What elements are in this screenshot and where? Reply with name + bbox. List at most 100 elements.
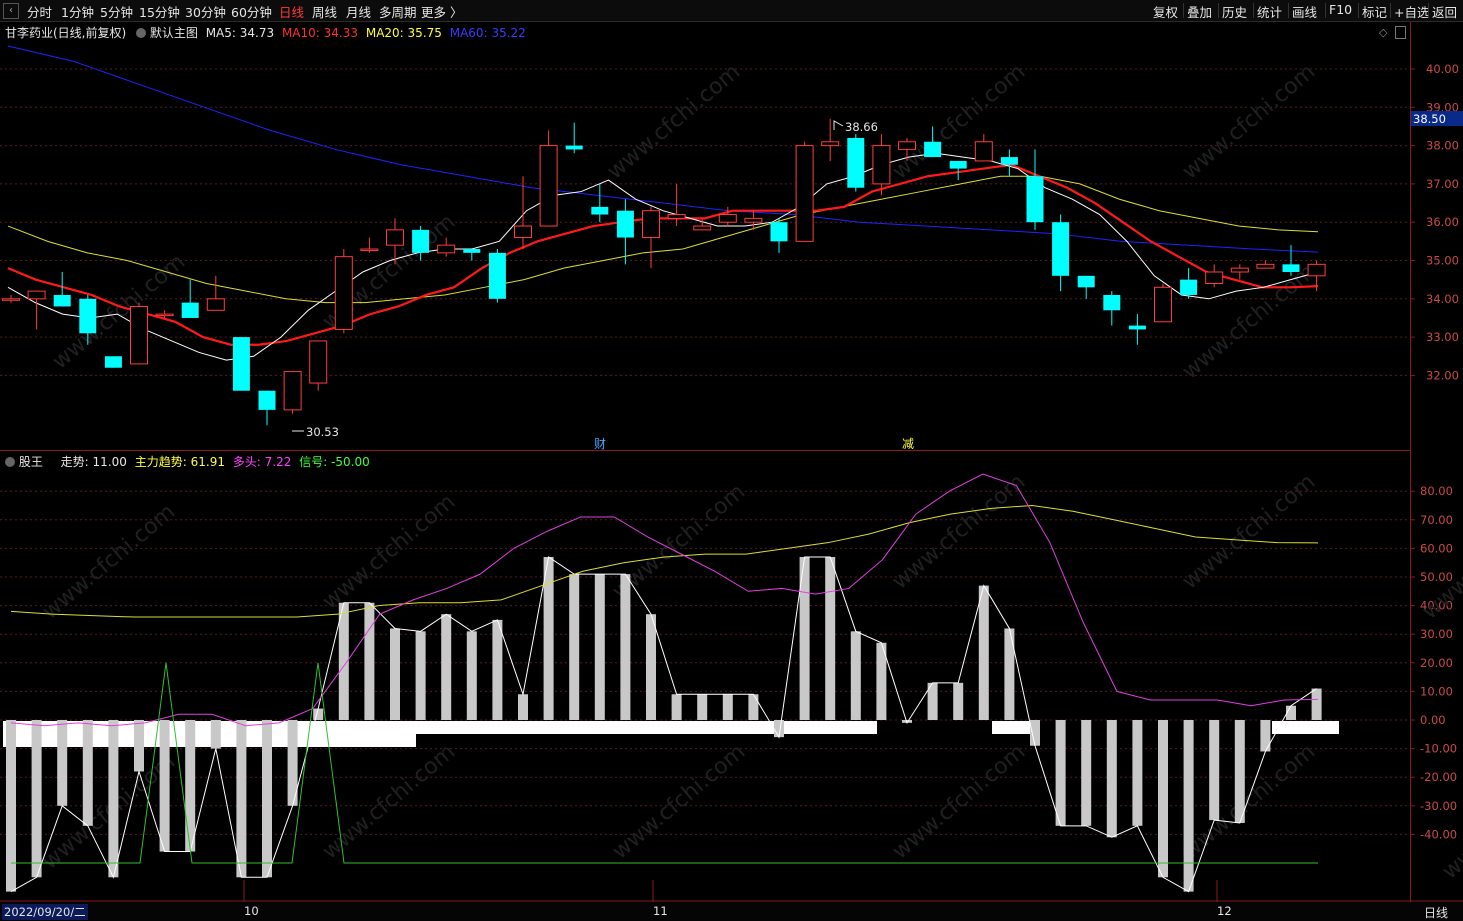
trend-bar: [57, 720, 68, 806]
candle-body-down: [79, 298, 97, 334]
sub-tick-label: 20.00: [1420, 656, 1453, 670]
trend-bar: [262, 720, 272, 878]
indicator-name[interactable]: 股王: [19, 455, 43, 469]
toolbar-button-2[interactable]: 历史: [1222, 2, 1247, 21]
candle-body-up: [744, 217, 763, 223]
candle-body-up: [821, 141, 840, 147]
tab-timeframe-3[interactable]: 15分钟: [139, 2, 180, 21]
tab-timeframe-1[interactable]: 1分钟: [61, 2, 94, 21]
chart-name[interactable]: 默认主图: [150, 26, 198, 40]
candle-body-down: [104, 356, 122, 368]
current-price-label: 38.50: [1413, 112, 1446, 126]
toolbar-button-1[interactable]: 叠加: [1187, 2, 1212, 21]
chart-select-icon[interactable]: [136, 28, 147, 38]
high-price-marker: 38.66: [845, 120, 878, 134]
toolbar-separator: [1325, 3, 1326, 18]
month-label-nov: 11: [653, 904, 668, 918]
trend-bar: [1234, 720, 1245, 823]
sub-tick-label: -30.00: [1420, 799, 1457, 813]
tab-timeframe-10[interactable]: 更多 〉: [421, 2, 462, 21]
candle-body-up: [2, 298, 20, 301]
toolbar-button-7[interactable]: +自选: [1394, 2, 1429, 21]
candle-body-down: [1077, 275, 1095, 288]
toolbar-button-0[interactable]: 复权: [1153, 2, 1178, 21]
candle-body-down: [1128, 325, 1146, 330]
trend-bar: [978, 585, 989, 720]
tab-timeframe-7[interactable]: 周线: [312, 2, 337, 21]
trend-bar: [159, 720, 170, 852]
trend-bar: [1311, 688, 1322, 720]
trend-label: 走势: 11.00: [60, 455, 127, 469]
candle-body-up: [130, 305, 148, 365]
toolbar-button-6[interactable]: 标记: [1362, 2, 1387, 21]
trend-bar: [185, 720, 196, 852]
candle-body-up: [27, 290, 46, 300]
price-tick-label: 37.00: [1426, 177, 1459, 191]
candle-body-up: [795, 145, 814, 242]
candle-body-up: [309, 340, 328, 384]
tab-timeframe-6[interactable]: 日线: [279, 2, 304, 21]
start-date: 2022/09/20/二: [2, 904, 88, 920]
trend-bar: [441, 614, 452, 720]
tab-timeframe-8[interactable]: 月线: [346, 2, 371, 21]
panel-toggle-icon[interactable]: [1395, 26, 1406, 39]
watermark-text: www.cfchi.com: [38, 499, 180, 624]
watermark-text: www.cfchi.com: [1178, 59, 1320, 184]
watermark-text: www.cfchi.com: [48, 249, 190, 374]
tab-timeframe-0[interactable]: 分时: [27, 2, 52, 21]
trend-bar: [1055, 720, 1066, 826]
trend-bar: [825, 556, 836, 720]
ma10-label: MA10: 34.33: [281, 26, 359, 40]
trend-bar: [492, 619, 503, 720]
candle-body-up: [693, 225, 712, 231]
candle-body-down: [1103, 294, 1121, 311]
candle-body-up: [206, 298, 225, 311]
stock-title: 甘李药业(日线,前复权): [5, 26, 127, 40]
ma5-value: 34.73: [239, 26, 275, 40]
trend-bar: [646, 614, 656, 720]
ma20-label: MA20: 35.75: [365, 26, 442, 40]
watermark-text: www.cfchi.com: [1178, 469, 1320, 594]
main-trend-label: 主力趋势: 61.91: [134, 455, 225, 469]
trend-bar: [364, 602, 375, 720]
trend-bar: [82, 720, 93, 826]
ma10-value: 34.33: [323, 26, 359, 40]
toolbar-button-4[interactable]: 画线: [1292, 2, 1317, 21]
candle-body-down: [616, 210, 634, 238]
price-tick-label: 33.00: [1426, 330, 1459, 344]
sub-tick-label: 80.00: [1420, 484, 1453, 498]
ma60-label: MA60: 35.22: [449, 26, 526, 40]
trend-bar: [543, 556, 554, 720]
toolbar-button-5[interactable]: F10: [1329, 2, 1352, 17]
signal-label: 信号: -50.00: [299, 455, 370, 469]
month-label-oct: 10: [244, 904, 259, 918]
candle-body-down: [232, 337, 250, 391]
candle-body-up: [360, 248, 379, 252]
trend-bar: [134, 720, 144, 772]
event-label-finance: 财: [594, 437, 606, 451]
trend-bar: [671, 694, 682, 720]
candle-body-up: [1256, 263, 1275, 269]
main-panel-header: 甘李药业(日线,前复权) 默认主图 MA5: 34.73 MA10: 34.33…: [5, 24, 526, 41]
toolbar-button-3[interactable]: 统计: [1257, 2, 1282, 21]
toolbar-button-8[interactable]: 返回: [1432, 2, 1457, 21]
tab-timeframe-5[interactable]: 60分钟: [231, 2, 272, 21]
tab-timeframe-9[interactable]: 多周期: [379, 2, 417, 21]
toolbar: ‹ 分时 1分钟 5分钟 15分钟 30分钟 60分钟 日线 周线 月线 多周期 更多 〉 复权 叠加…: [0, 0, 1463, 22]
trend-bar: [1132, 720, 1143, 826]
period-button[interactable]: 日线: [1424, 904, 1448, 921]
diamond-icon[interactable]: ◇: [1379, 26, 1387, 39]
trend-bar: [236, 720, 247, 878]
bull-label: 多头: 7.22: [232, 455, 292, 469]
ma10-line: [7, 163, 1319, 346]
tab-timeframe-2[interactable]: 5分钟: [100, 2, 133, 21]
candle-body-up: [872, 145, 891, 185]
candle-body-down: [1052, 222, 1070, 276]
toolbar-separator: [1358, 3, 1359, 18]
back-arrow-icon[interactable]: ‹: [3, 3, 19, 19]
tab-timeframe-4[interactable]: 30分钟: [185, 2, 226, 21]
indicator-select-icon[interactable]: [5, 457, 15, 467]
sub-tick-label: 70.00: [1420, 513, 1453, 527]
price-tick-label: 35.00: [1426, 254, 1459, 268]
candle-body-up: [437, 244, 456, 254]
